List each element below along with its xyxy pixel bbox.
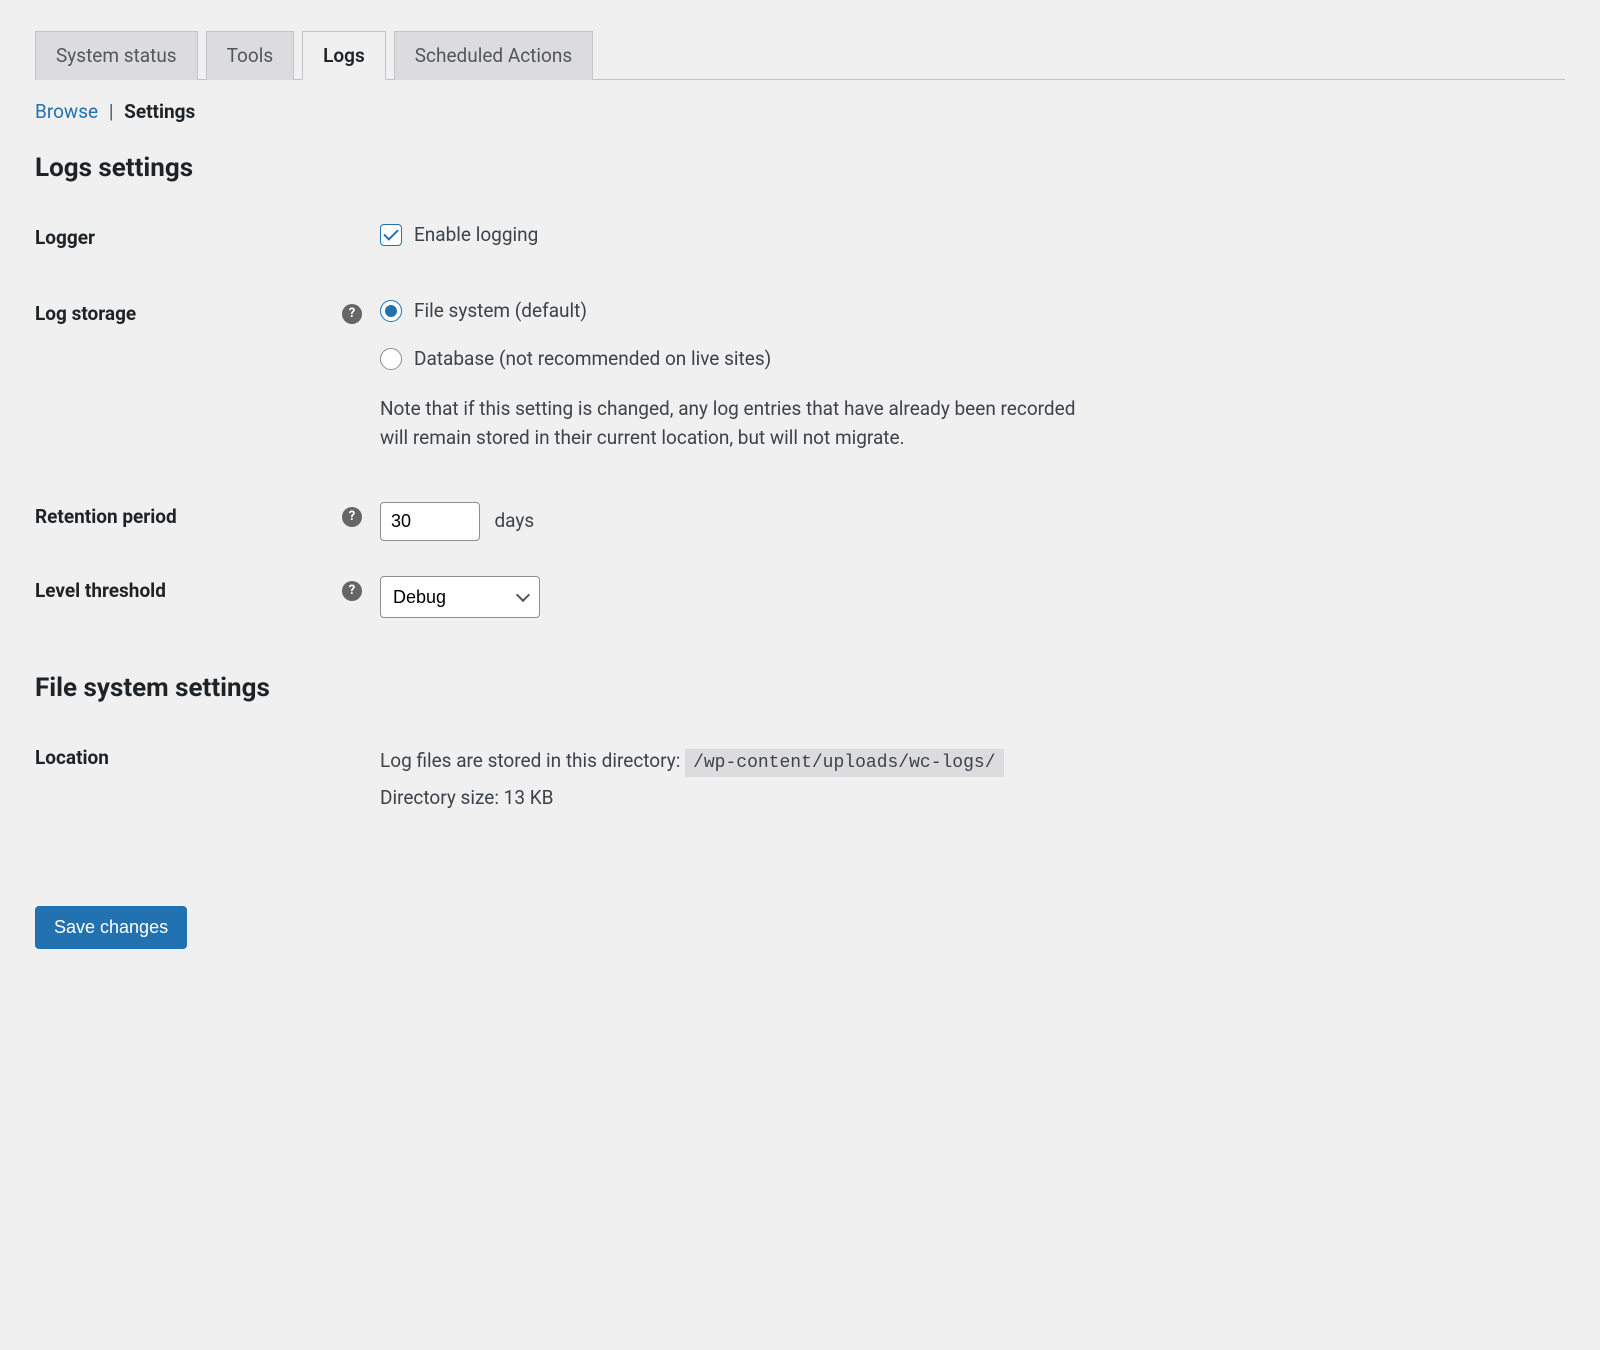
storage-file-system-radio[interactable] (380, 300, 402, 322)
label-log-storage: Log storage (35, 302, 136, 325)
subnav-separator: | (109, 100, 114, 123)
retention-unit: days (494, 509, 534, 532)
label-retention: Retention period (35, 505, 177, 528)
row-location: Location Log files are stored in this di… (35, 743, 1565, 816)
subnav-browse-link[interactable]: Browse (35, 100, 98, 123)
label-location: Location (35, 746, 109, 769)
threshold-select-wrap: Debug (380, 576, 540, 618)
heading-file-system-settings: File system settings (35, 673, 1565, 703)
tab-logs[interactable]: Logs (302, 31, 386, 80)
location-intro: Log files are stored in this directory: (380, 749, 685, 772)
help-icon[interactable]: ? (342, 507, 362, 527)
row-log-storage: Log storage ? File system (default) Data… (35, 299, 1565, 452)
row-threshold: Level threshold ? Debug (35, 576, 1565, 618)
subnav: Browse | Settings (35, 100, 1565, 123)
label-threshold: Level threshold (35, 579, 166, 602)
tab-scheduled-actions[interactable]: Scheduled Actions (394, 31, 593, 80)
storage-file-system-wrap[interactable]: File system (default) (380, 299, 1565, 322)
storage-file-system-label: File system (default) (414, 299, 587, 322)
row-logger: Logger Enable logging (35, 223, 1565, 249)
heading-logs-settings: Logs settings (35, 153, 1565, 183)
retention-input[interactable] (380, 502, 480, 541)
tab-system-status[interactable]: System status (35, 31, 198, 80)
help-icon[interactable]: ? (342, 304, 362, 324)
storage-note: Note that if this setting is changed, an… (380, 395, 1100, 452)
enable-logging-label: Enable logging (414, 223, 538, 246)
row-retention: Retention period ? days (35, 502, 1565, 541)
tab-tools[interactable]: Tools (206, 31, 295, 80)
storage-database-radio[interactable] (380, 348, 402, 370)
enable-logging-wrap[interactable]: Enable logging (380, 223, 1565, 246)
storage-database-wrap[interactable]: Database (not recommended on live sites) (380, 347, 1565, 370)
tabs-nav: System status Tools Logs Scheduled Actio… (35, 30, 1565, 80)
storage-database-label: Database (not recommended on live sites) (414, 347, 771, 370)
label-logger: Logger (35, 226, 95, 249)
enable-logging-checkbox[interactable] (380, 224, 402, 246)
save-changes-button[interactable]: Save changes (35, 906, 187, 949)
subnav-settings-current: Settings (124, 100, 195, 123)
location-path: /wp-content/uploads/wc-logs/ (685, 749, 1003, 777)
help-icon[interactable]: ? (342, 581, 362, 601)
threshold-select[interactable]: Debug (380, 576, 540, 618)
directory-size: Directory size: 13 KB (380, 780, 1565, 816)
